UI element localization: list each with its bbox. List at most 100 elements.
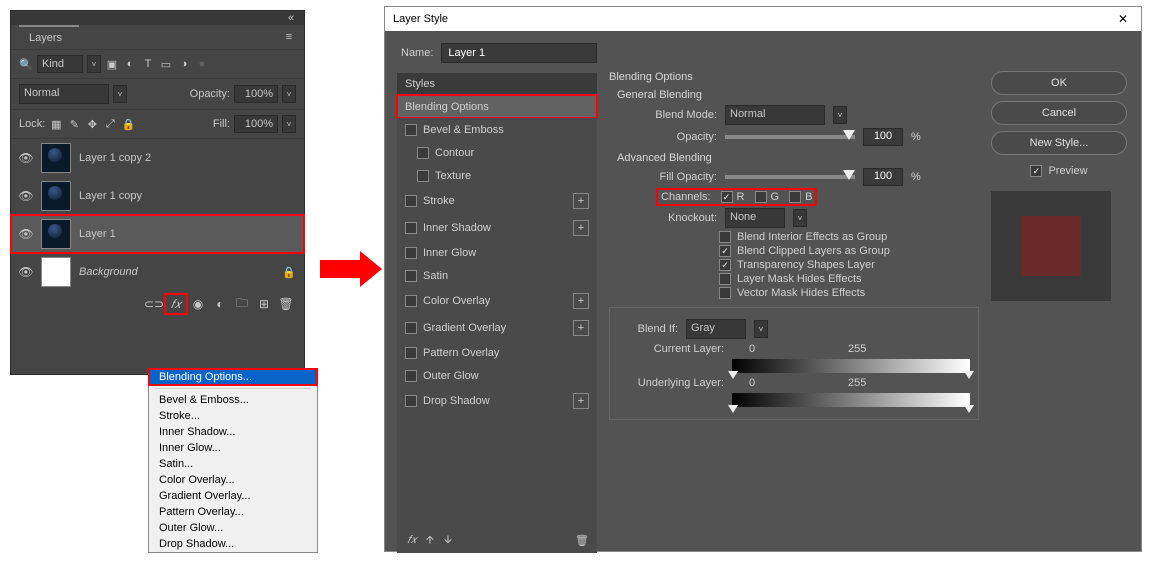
layer-thumbnail[interactable] bbox=[41, 143, 71, 173]
menu-inner-glow[interactable]: Inner Glow... bbox=[149, 440, 317, 456]
lock-all-icon[interactable]: 🔒 bbox=[121, 117, 135, 131]
style-checkbox[interactable] bbox=[405, 222, 417, 234]
filter-adjust-icon[interactable]: ◐ bbox=[123, 57, 137, 71]
lock-paint-icon[interactable]: ✎ bbox=[67, 117, 81, 131]
filter-chevron-icon[interactable]: ˅ bbox=[87, 55, 101, 73]
blend-mode-select[interactable]: Normal bbox=[725, 105, 825, 125]
layers-tab[interactable]: Layers bbox=[19, 25, 79, 49]
move-up-icon[interactable]: 🡩 bbox=[423, 533, 437, 547]
adjustment-icon[interactable]: ◐ bbox=[210, 295, 230, 313]
layer-name[interactable]: Layer 1 bbox=[79, 228, 116, 240]
blend-mode-select[interactable]: Normal bbox=[19, 84, 109, 104]
add-icon[interactable]: + bbox=[573, 220, 589, 236]
visibility-icon[interactable]: 👁 bbox=[19, 151, 33, 165]
dialog-title-bar[interactable]: Layer Style ✕ bbox=[385, 7, 1141, 31]
opacity-value[interactable]: 100% bbox=[234, 85, 278, 103]
name-input[interactable] bbox=[441, 43, 597, 63]
style-pattern-overlay[interactable]: Pattern Overlay bbox=[397, 341, 597, 364]
menu-drop-shadow[interactable]: Drop Shadow... bbox=[149, 536, 317, 552]
menu-gradient-overlay[interactable]: Gradient Overlay... bbox=[149, 488, 317, 504]
fill-value[interactable]: 100% bbox=[234, 115, 278, 133]
style-checkbox[interactable] bbox=[405, 347, 417, 359]
style-checkbox[interactable] bbox=[405, 322, 417, 334]
layer-name[interactable]: Background bbox=[79, 266, 138, 278]
layer-thumbnail[interactable] bbox=[41, 257, 71, 287]
panel-menu-icon[interactable]: ≡ bbox=[282, 30, 296, 44]
style-checkbox[interactable] bbox=[417, 147, 429, 159]
new-layer-icon[interactable]: ⊞ bbox=[254, 295, 274, 313]
under-layer-gradient[interactable] bbox=[732, 393, 970, 407]
new-style-button[interactable]: New Style... bbox=[991, 131, 1127, 155]
fill-opacity-slider[interactable] bbox=[725, 175, 855, 179]
channel-r-checkbox[interactable] bbox=[721, 191, 733, 203]
add-icon[interactable]: + bbox=[573, 320, 589, 336]
layer-thumbnail[interactable] bbox=[41, 219, 71, 249]
menu-bevel-emboss[interactable]: Bevel & Emboss... bbox=[149, 392, 317, 408]
channel-g-checkbox[interactable] bbox=[755, 191, 767, 203]
style-blending-options[interactable]: Blending Options bbox=[397, 95, 597, 118]
chevron-down-icon[interactable]: ˅ bbox=[833, 106, 847, 124]
style-inner-shadow[interactable]: Inner Shadow+ bbox=[397, 214, 597, 241]
style-texture[interactable]: Texture bbox=[397, 164, 597, 187]
move-down-icon[interactable]: 🡫 bbox=[441, 533, 455, 547]
knockout-select[interactable]: None bbox=[725, 208, 785, 228]
style-satin[interactable]: Satin bbox=[397, 264, 597, 287]
layer-name[interactable]: Layer 1 copy bbox=[79, 190, 142, 202]
menu-stroke[interactable]: Stroke... bbox=[149, 408, 317, 424]
fx-menu-icon[interactable]: 𝑓𝑥 bbox=[405, 533, 419, 547]
menu-pattern-overlay[interactable]: Pattern Overlay... bbox=[149, 504, 317, 520]
style-inner-glow[interactable]: Inner Glow bbox=[397, 241, 597, 264]
chevron-down-icon[interactable]: ˅ bbox=[754, 320, 768, 338]
filter-pixel-icon[interactable]: ▣ bbox=[105, 57, 119, 71]
group-icon[interactable]: 🗀 bbox=[232, 295, 252, 313]
visibility-icon[interactable]: 👁 bbox=[19, 189, 33, 203]
layer-thumbnail[interactable] bbox=[41, 181, 71, 211]
cancel-button[interactable]: Cancel bbox=[991, 101, 1127, 125]
lock-trans-icon[interactable]: ▦ bbox=[49, 117, 63, 131]
style-checkbox[interactable] bbox=[405, 270, 417, 282]
filter-toggle-icon[interactable]: ● bbox=[195, 57, 209, 71]
style-checkbox[interactable] bbox=[405, 124, 417, 136]
blend-chevron-icon[interactable]: ˅ bbox=[113, 85, 127, 103]
trash-icon[interactable]: 🗑 bbox=[276, 295, 296, 313]
mask-icon[interactable]: ◉ bbox=[188, 295, 208, 313]
lock-pos-icon[interactable]: ✥ bbox=[85, 117, 99, 131]
preview-checkbox[interactable] bbox=[1030, 165, 1042, 177]
chevron-down-icon[interactable]: ˅ bbox=[793, 209, 807, 227]
style-checkbox[interactable] bbox=[405, 395, 417, 407]
style-checkbox[interactable] bbox=[405, 195, 417, 207]
vector-mask-hides-checkbox[interactable] bbox=[719, 287, 731, 299]
opacity-chevron-icon[interactable]: ˅ bbox=[282, 85, 296, 103]
style-gradient-overlay[interactable]: Gradient Overlay+ bbox=[397, 314, 597, 341]
blend-clipped-checkbox[interactable] bbox=[719, 245, 731, 257]
menu-inner-shadow[interactable]: Inner Shadow... bbox=[149, 424, 317, 440]
layer-row[interactable]: 👁 Layer 1 copy 2 bbox=[11, 139, 304, 177]
trash-icon[interactable]: 🗑 bbox=[575, 533, 589, 547]
collapse-icon[interactable]: « bbox=[284, 11, 298, 25]
fill-chevron-icon[interactable]: ˅ bbox=[282, 115, 296, 133]
menu-color-overlay[interactable]: Color Overlay... bbox=[149, 472, 317, 488]
style-outer-glow[interactable]: Outer Glow bbox=[397, 364, 597, 387]
menu-satin[interactable]: Satin... bbox=[149, 456, 317, 472]
layer-row-selected[interactable]: 👁 Layer 1 bbox=[11, 215, 304, 253]
add-icon[interactable]: + bbox=[573, 293, 589, 309]
style-bevel-emboss[interactable]: Bevel & Emboss bbox=[397, 118, 597, 141]
filter-kind[interactable]: Kind bbox=[37, 55, 83, 73]
blendif-select[interactable]: Gray bbox=[686, 319, 746, 339]
style-stroke[interactable]: Stroke+ bbox=[397, 187, 597, 214]
layer-name[interactable]: Layer 1 copy 2 bbox=[79, 152, 151, 164]
style-checkbox[interactable] bbox=[405, 295, 417, 307]
current-layer-gradient[interactable] bbox=[732, 359, 970, 373]
filter-smart-icon[interactable]: ◑ bbox=[177, 57, 191, 71]
menu-outer-glow[interactable]: Outer Glow... bbox=[149, 520, 317, 536]
add-icon[interactable]: + bbox=[573, 393, 589, 409]
fill-opacity-value[interactable]: 100 bbox=[863, 168, 903, 186]
layer-mask-hides-checkbox[interactable] bbox=[719, 273, 731, 285]
blend-interior-checkbox[interactable] bbox=[719, 231, 731, 243]
style-checkbox[interactable] bbox=[405, 370, 417, 382]
menu-blending-options[interactable]: Blending Options... bbox=[149, 369, 317, 385]
filter-shape-icon[interactable]: ▭ bbox=[159, 57, 173, 71]
styles-header[interactable]: Styles bbox=[397, 73, 597, 95]
style-drop-shadow[interactable]: Drop Shadow+ bbox=[397, 387, 597, 414]
opacity-slider[interactable] bbox=[725, 135, 855, 139]
